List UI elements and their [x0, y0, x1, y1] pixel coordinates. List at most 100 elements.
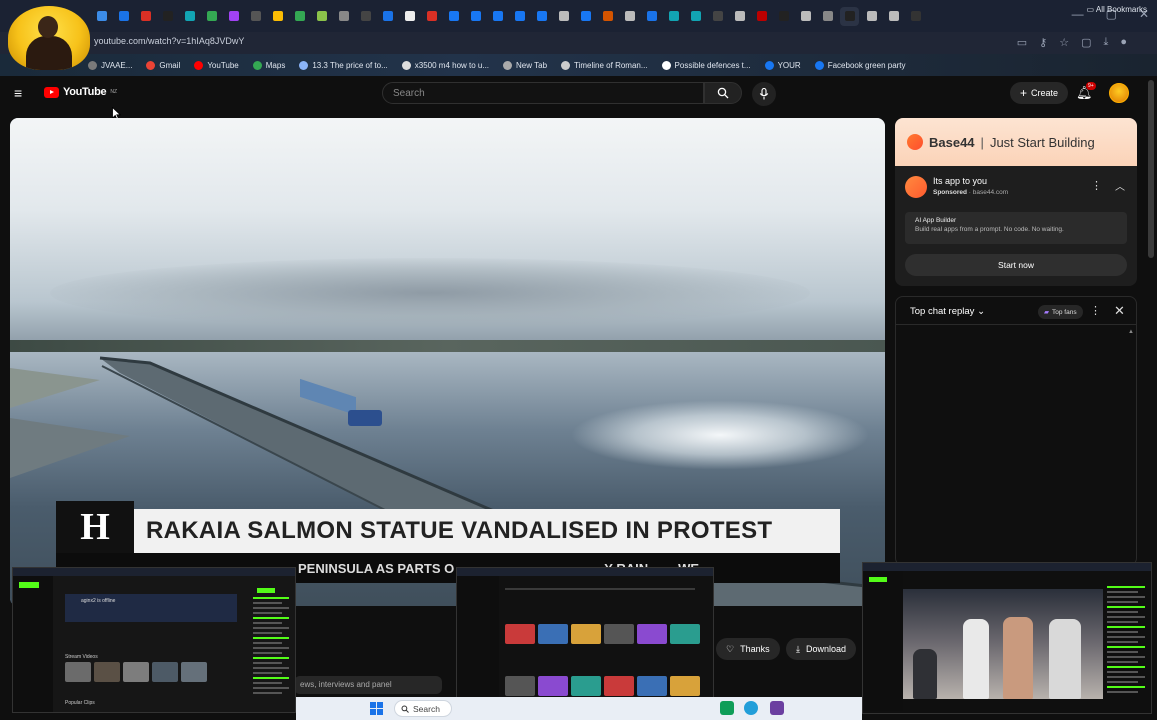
- browser-tab-favicon[interactable]: [180, 7, 199, 26]
- browser-tab-favicon[interactable]: [752, 7, 771, 26]
- all-bookmarks-link[interactable]: ▭ All Bookmarks: [1087, 5, 1147, 14]
- browser-tab-favicon[interactable]: [422, 7, 441, 26]
- bookmark-item[interactable]: Facebook green party: [814, 60, 906, 70]
- bookmark-item[interactable]: Gmail: [146, 60, 180, 70]
- browser-tab-favicon[interactable]: [730, 7, 749, 26]
- ad-banner[interactable]: Base44 | Just Start Building: [895, 118, 1137, 166]
- browser-tab-favicon[interactable]: [532, 7, 551, 26]
- bookmark-item[interactable]: New Tab: [503, 60, 547, 70]
- taskbar-search[interactable]: Search: [394, 700, 452, 717]
- profile-icon[interactable]: ●: [1120, 36, 1127, 49]
- cast-icon[interactable]: ▭: [1017, 36, 1027, 49]
- browser-tab-favicon[interactable]: [290, 7, 309, 26]
- stream-overlay-kick-channel: aginx2 is offline Stream Videos Popular …: [12, 567, 296, 713]
- notification-badge: 9+: [1086, 82, 1096, 90]
- extensions-icon[interactable]: ▢: [1081, 36, 1091, 49]
- account-avatar[interactable]: [1109, 83, 1129, 103]
- browser-tab-favicon[interactable]: [818, 7, 837, 26]
- search-button[interactable]: [704, 82, 742, 104]
- bookmark-label: JVAAE...: [101, 60, 133, 70]
- overlay-chat-line: [1107, 636, 1145, 638]
- browser-tab-favicon[interactable]: [444, 7, 463, 26]
- tab-favicon-icon: [690, 11, 701, 21]
- search-input[interactable]: Search: [382, 82, 704, 104]
- download-label: Download: [805, 644, 847, 654]
- address-bar: youtube.com/watch?v=1hIAq8JVDwY ▭ ⚷ ☆ ▢ …: [0, 32, 1157, 54]
- chat-mode-dropdown[interactable]: Top chat replay ⌄: [910, 306, 985, 317]
- video-description[interactable]: ews, interviews and panel: [294, 676, 442, 694]
- browser-tab-favicon[interactable]: [796, 7, 815, 26]
- browser-tab-favicon[interactable]: [906, 7, 925, 26]
- browser-tab-favicon[interactable]: [202, 7, 221, 26]
- chat-close-icon[interactable]: ✕: [1114, 303, 1125, 319]
- browser-tab-favicon[interactable]: [774, 7, 793, 26]
- browser-tab-favicon[interactable]: [136, 7, 155, 26]
- overlay-thumb: [505, 676, 535, 696]
- browser-tab-favicon[interactable]: [158, 7, 177, 26]
- bookmark-item[interactable]: JVAAE...: [88, 60, 133, 70]
- browser-tab-favicon[interactable]: [840, 6, 859, 26]
- bookmark-star-icon[interactable]: ☆: [1059, 36, 1069, 49]
- chat-more-options-icon[interactable]: ⋮: [1090, 304, 1101, 317]
- downloads-icon[interactable]: ⤓: [1103, 36, 1108, 49]
- browser-tab-favicon[interactable]: [356, 7, 375, 26]
- chevron-up-icon[interactable]: ︿: [1115, 178, 1125, 193]
- taskbar-app-icon[interactable]: [720, 701, 734, 715]
- browser-tab-favicon[interactable]: [224, 7, 243, 26]
- browser-tab-favicon[interactable]: [510, 7, 529, 26]
- tab-favicon-icon: [118, 11, 129, 21]
- browser-tab-favicon[interactable]: [664, 7, 683, 26]
- browser-tab-favicon[interactable]: [400, 7, 419, 26]
- bookmark-item[interactable]: Maps: [252, 60, 285, 70]
- ad-start-now-button[interactable]: Start now: [905, 254, 1127, 276]
- top-fans-button[interactable]: ▰ Top fans: [1038, 305, 1083, 319]
- voice-search-button[interactable]: [752, 82, 776, 106]
- sponsored-ad-card[interactable]: Base44 | Just Start Building Its app to …: [895, 118, 1137, 286]
- browser-tab-favicon[interactable]: [268, 7, 287, 26]
- browser-tab-favicon[interactable]: [862, 7, 881, 26]
- overlay-fighter-left: [1003, 617, 1033, 699]
- bookmark-item[interactable]: 13.3 The price of to...: [299, 60, 388, 70]
- download-button[interactable]: ⤓ Download: [786, 638, 857, 660]
- chat-scroll-up-icon[interactable]: ▲: [1128, 329, 1134, 335]
- password-key-icon[interactable]: ⚷: [1039, 36, 1047, 49]
- bookmark-item[interactable]: YouTube: [194, 60, 239, 70]
- telegram-icon[interactable]: [744, 701, 758, 715]
- browser-tab-favicon[interactable]: [576, 7, 595, 26]
- browser-tab-favicon[interactable]: [620, 7, 639, 26]
- windows-start-icon[interactable]: [370, 702, 383, 715]
- overlay-chat-line: [253, 597, 289, 599]
- youtube-logo[interactable]: YouTube NZ: [44, 86, 117, 98]
- browser-tab-favicon[interactable]: [598, 7, 617, 26]
- more-options-icon[interactable]: ⋮: [1091, 179, 1102, 192]
- ad-title[interactable]: Its app to you: [933, 176, 987, 186]
- browser-tab-favicon[interactable]: [114, 7, 133, 26]
- browser-tab-favicon[interactable]: [312, 7, 331, 26]
- taskbar-app-icon[interactable]: [770, 701, 784, 715]
- bookmark-item[interactable]: YOUR: [764, 60, 801, 70]
- browser-tab-favicon[interactable]: [246, 7, 265, 26]
- browser-tab-favicon[interactable]: [884, 7, 903, 26]
- browser-tab-favicon[interactable]: [686, 7, 705, 26]
- hamburger-menu-icon[interactable]: ≡: [14, 86, 28, 100]
- url-field[interactable]: youtube.com/watch?v=1hIAq8JVDwY: [94, 36, 244, 46]
- browser-tab-favicon[interactable]: [554, 7, 573, 26]
- video-player[interactable]: H RAKAIA SALMON STATUE VANDALISED IN PRO…: [10, 118, 885, 606]
- bookmark-item[interactable]: x3500 m4 how to u...: [401, 60, 489, 70]
- browser-tab-favicon[interactable]: [92, 7, 111, 26]
- thanks-button[interactable]: ♡ Thanks: [716, 638, 780, 660]
- page-scrollbar[interactable]: [1148, 80, 1154, 258]
- browser-tab-favicon[interactable]: [642, 7, 661, 26]
- browser-tab-favicon[interactable]: [334, 7, 353, 26]
- minimize-icon[interactable]: —: [1072, 7, 1084, 21]
- browser-tab-favicon[interactable]: [466, 7, 485, 26]
- create-button[interactable]: + Create: [1010, 82, 1069, 104]
- all-bookmarks-label: All Bookmarks: [1095, 5, 1147, 14]
- browser-tab-favicon[interactable]: [488, 7, 507, 26]
- bookmark-item[interactable]: Possible defences t...: [661, 60, 751, 70]
- browser-tab-favicon[interactable]: [378, 7, 397, 26]
- browser-tab-favicon[interactable]: [708, 7, 727, 26]
- ad-description-box: AI App Builder Build real apps from a pr…: [905, 212, 1127, 244]
- bookmark-item[interactable]: Timeline of Roman...: [561, 60, 648, 70]
- overlay-thumb: [670, 676, 700, 696]
